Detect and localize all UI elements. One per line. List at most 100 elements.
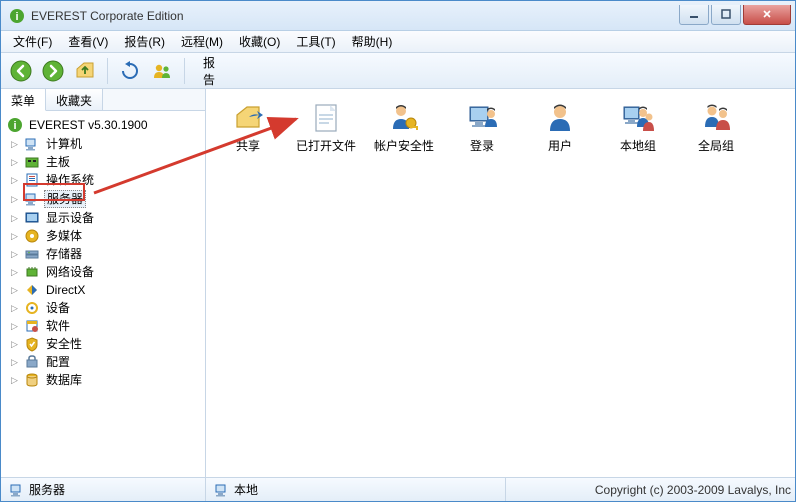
toolbar-separator xyxy=(107,58,108,84)
menu-file[interactable]: 文件(F) xyxy=(5,31,60,52)
icon-grid: 共享 已打开文件帐户安全性登录 用户本地组 全局组 xyxy=(212,97,789,157)
tree-item-icon xyxy=(24,336,40,352)
expand-icon[interactable]: ▷ xyxy=(9,321,20,332)
content-panel: 共享 已打开文件帐户安全性登录 用户本地组 全局组 xyxy=(206,89,795,477)
tree-item-label: 主板 xyxy=(44,154,72,170)
expand-icon[interactable]: ▷ xyxy=(9,175,20,186)
tree-item[interactable]: ▷软件 xyxy=(3,317,203,335)
tree-item-label: 显示设备 xyxy=(44,210,96,226)
tree-item[interactable]: ▷服务器 xyxy=(3,189,203,209)
tree-item[interactable]: ▷网络设备 xyxy=(3,263,203,281)
tree-item-label: 设备 xyxy=(44,300,72,316)
content-item[interactable]: 已打开文件 xyxy=(290,97,362,157)
account-security-icon xyxy=(387,101,421,135)
status-mid: 本地 xyxy=(206,478,506,501)
expand-icon[interactable]: ▷ xyxy=(9,339,20,350)
expand-icon[interactable]: ▷ xyxy=(9,285,20,296)
tab-menu[interactable]: 菜单 xyxy=(1,89,46,111)
tree-item[interactable]: ▷ DirectX xyxy=(3,281,203,299)
up-button[interactable] xyxy=(71,57,99,85)
tree-item[interactable]: ▷ 多媒体 xyxy=(3,227,203,245)
app-icon: i xyxy=(9,8,25,24)
forward-button[interactable] xyxy=(39,57,67,85)
tree-item[interactable]: ▷操作系统 xyxy=(3,171,203,189)
content-item[interactable]: 共享 xyxy=(212,97,284,157)
copyright: Copyright (c) 2003-2009 Lavalys, Inc xyxy=(595,483,795,497)
tree-item-label: 多媒体 xyxy=(44,228,84,244)
maximize-button[interactable] xyxy=(711,5,741,25)
tree-item-icon xyxy=(24,210,40,226)
expand-icon[interactable]: ▷ xyxy=(9,267,20,278)
content-item-label: 本地组 xyxy=(620,139,656,153)
tree-root[interactable]: i EVEREST v5.30.1900 xyxy=(3,115,203,135)
tree-item[interactable]: ▷ 设备 xyxy=(3,299,203,317)
content-item[interactable]: 帐户安全性 xyxy=(368,97,440,157)
tab-favorites[interactable]: 收藏夹 xyxy=(46,89,103,110)
tree-item-icon xyxy=(24,172,40,188)
tree-item-icon xyxy=(24,318,40,334)
toolbar: 报告 xyxy=(1,53,795,89)
tree-item[interactable]: ▷ 主板 xyxy=(3,153,203,171)
expand-icon[interactable]: ▷ xyxy=(9,139,20,150)
tree-item-icon xyxy=(24,136,40,152)
status-left: 服务器 xyxy=(1,478,206,501)
content-item-label: 登录 xyxy=(470,139,494,153)
computer-icon xyxy=(214,482,230,498)
menubar: 文件(F) 查看(V) 报告(R) 远程(M) 收藏(O) 工具(T) 帮助(H… xyxy=(1,31,795,53)
menu-help[interactable]: 帮助(H) xyxy=(344,31,401,52)
tree-item-label: DirectX xyxy=(44,282,87,298)
expand-icon[interactable]: ▷ xyxy=(9,231,20,242)
tree-item-label: 计算机 xyxy=(44,136,84,152)
report-button[interactable]: 报告 xyxy=(193,57,221,85)
tree-item-icon xyxy=(24,154,40,170)
content-item[interactable]: 登录 xyxy=(446,97,518,157)
window-buttons xyxy=(679,5,791,27)
titlebar: i EVEREST Corporate Edition xyxy=(1,1,795,31)
expand-icon[interactable]: ▷ xyxy=(9,375,20,386)
minimize-button[interactable] xyxy=(679,5,709,25)
server-icon xyxy=(9,482,25,498)
tree-item[interactable]: ▷ 存储器 xyxy=(3,245,203,263)
expand-icon[interactable]: ▷ xyxy=(9,213,20,224)
content-item[interactable]: 用户 xyxy=(524,97,596,157)
tree-root-label: EVEREST v5.30.1900 xyxy=(27,118,150,132)
tree-item[interactable]: ▷数据库 xyxy=(3,371,203,389)
refresh-button[interactable] xyxy=(116,57,144,85)
content-item[interactable]: 本地组 xyxy=(602,97,674,157)
tree-item-icon xyxy=(24,191,40,207)
tree-item-icon xyxy=(24,282,40,298)
report-button-label: 报告 xyxy=(203,54,215,88)
content-item[interactable]: 全局组 xyxy=(680,97,752,157)
toolbar-separator xyxy=(184,58,185,84)
tree-item[interactable]: ▷安全性 xyxy=(3,335,203,353)
user-icon xyxy=(543,101,577,135)
tree-item-icon xyxy=(24,246,40,262)
left-panel: 菜单 收藏夹 i EVEREST v5.30.1900 ▷ 计算机 ▷ 主板▷操作系统… xyxy=(1,89,206,477)
tree-item-label: 存储器 xyxy=(44,246,84,262)
menu-tools[interactable]: 工具(T) xyxy=(288,31,343,52)
tree-item[interactable]: ▷ 显示设备 xyxy=(3,209,203,227)
expand-icon[interactable]: ▷ xyxy=(9,194,20,205)
menu-remote[interactable]: 远程(M) xyxy=(173,31,231,52)
menu-report[interactable]: 报告(R) xyxy=(116,31,173,52)
expand-icon[interactable]: ▷ xyxy=(9,357,20,368)
expand-icon[interactable]: ▷ xyxy=(9,249,20,260)
tree-item[interactable]: ▷ 计算机 xyxy=(3,135,203,153)
menu-view[interactable]: 查看(V) xyxy=(60,31,116,52)
svg-text:i: i xyxy=(13,120,16,132)
content-item-label: 共享 xyxy=(236,139,260,153)
tree-item-icon xyxy=(24,228,40,244)
tree[interactable]: i EVEREST v5.30.1900 ▷计算机▷主板▷操作系统▷服务器▷显示… xyxy=(1,111,205,477)
tree-item[interactable]: ▷配置 xyxy=(3,353,203,371)
status-left-text: 服务器 xyxy=(29,481,65,498)
back-button[interactable] xyxy=(7,57,35,85)
expand-icon[interactable]: ▷ xyxy=(9,303,20,314)
titlebar-text: EVEREST Corporate Edition xyxy=(31,9,679,23)
info-icon: i xyxy=(7,117,23,133)
logon-icon xyxy=(465,101,499,135)
close-button[interactable] xyxy=(743,5,791,25)
users-button[interactable] xyxy=(148,57,176,85)
menu-favorites[interactable]: 收藏(O) xyxy=(231,31,288,52)
expand-icon[interactable]: ▷ xyxy=(9,157,20,168)
tree-item-icon xyxy=(24,300,40,316)
